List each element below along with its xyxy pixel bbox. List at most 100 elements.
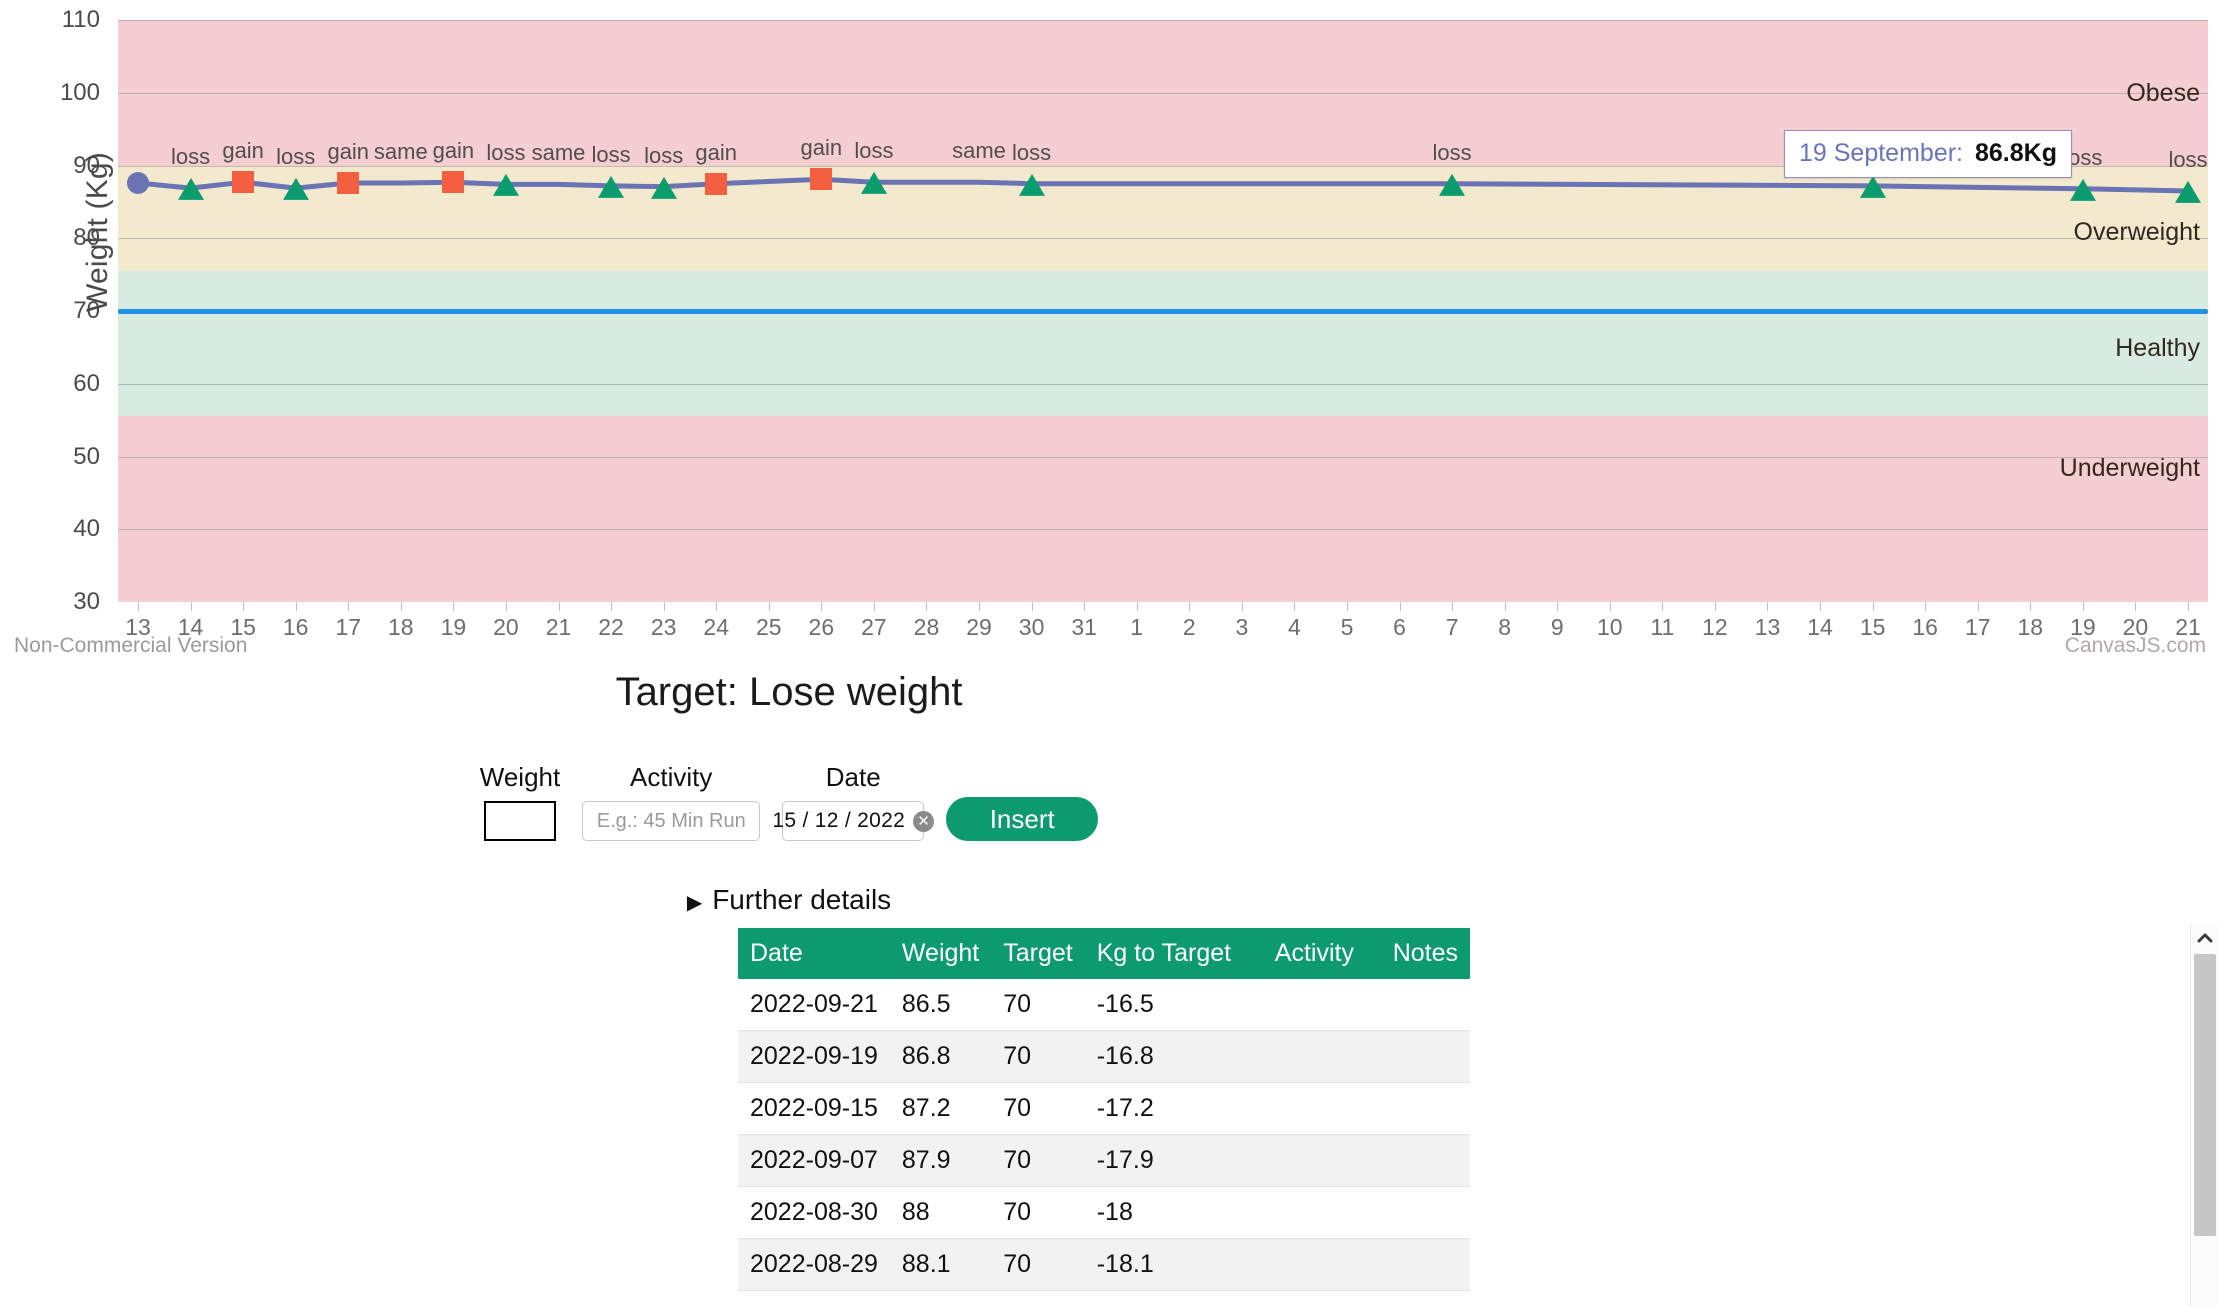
data-point-marker-triangle[interactable] bbox=[598, 175, 625, 198]
data-point-label: gain bbox=[327, 138, 370, 164]
weight-line-series bbox=[137, 176, 2189, 194]
x-axis-tick bbox=[1504, 602, 1506, 611]
insert-button[interactable]: Insert bbox=[946, 797, 1099, 841]
table-header-activity[interactable]: Activity bbox=[1262, 928, 1381, 979]
data-point-marker-circle[interactable] bbox=[127, 171, 149, 194]
data-point-marker-triangle[interactable] bbox=[2175, 180, 2201, 203]
x-axis-tick bbox=[1820, 602, 1822, 611]
x-axis-tick-label: 25 bbox=[755, 614, 782, 640]
data-point-marker-triangle[interactable] bbox=[492, 174, 519, 197]
data-point-label: same bbox=[373, 138, 428, 164]
table-cell-activity bbox=[1263, 1291, 1381, 1306]
x-axis-tick-label: 16 bbox=[1912, 614, 1938, 640]
table-header-kg-to-target[interactable]: Kg to Target bbox=[1084, 928, 1263, 979]
y-axis-tick-label: 70 bbox=[73, 297, 100, 324]
data-point-marker-triangle[interactable] bbox=[1859, 175, 1886, 198]
data-point-marker-square[interactable] bbox=[810, 168, 833, 191]
table-cell-date: 2022-08-29 bbox=[750, 1250, 878, 1278]
activity-input[interactable] bbox=[582, 801, 761, 841]
tooltip-date: 19 September: bbox=[1799, 139, 1963, 167]
table-header-target[interactable]: Target bbox=[991, 928, 1085, 979]
y-axis-tick-label: 40 bbox=[73, 515, 100, 543]
table-cell-weight: 88.1 bbox=[890, 1291, 991, 1306]
y-axis-tick-label: 80 bbox=[73, 224, 100, 252]
data-point-label: loss bbox=[1012, 139, 1052, 165]
data-point-marker-triangle[interactable] bbox=[2069, 178, 2096, 201]
table-cell-kg-to-target: -18 bbox=[1096, 1198, 1133, 1226]
x-axis-tick bbox=[1294, 602, 1296, 611]
table-cell-kg-to-target: -16.8 bbox=[1096, 1042, 1154, 1070]
data-point-marker-triangle[interactable] bbox=[282, 177, 309, 200]
activity-label: Activity bbox=[630, 762, 713, 792]
data-point-marker-square[interactable] bbox=[337, 171, 360, 194]
y-axis-tick-label: 60 bbox=[73, 369, 100, 397]
table-header-row: Date Weight Target Kg to Target Activity Note… bbox=[738, 928, 1470, 979]
further-details-toggle[interactable]: ▶ Further details bbox=[0, 884, 1578, 916]
table-row[interactable]: 2022-09-07 87.9 70 -17.9 bbox=[738, 1134, 1470, 1187]
data-point-label: gain bbox=[800, 135, 843, 161]
x-axis-tick-label: 6 bbox=[1393, 614, 1406, 640]
table-row[interactable]: 2022-09-19 86.8 70 -16.8 bbox=[738, 1030, 1470, 1083]
date-value: 15 / 12 / 2022 bbox=[772, 809, 906, 832]
x-axis-tick-label: 28 bbox=[913, 614, 940, 640]
table-cell-notes bbox=[1381, 1291, 1470, 1306]
data-point-label: loss bbox=[591, 141, 631, 167]
table-cell-date: 2022-09-15 bbox=[750, 1094, 878, 1122]
data-point-marker-triangle[interactable] bbox=[1439, 173, 1466, 196]
chart-tooltip: 19 September: 86.8Kg bbox=[1784, 130, 2072, 178]
x-axis-tick-label: 10 bbox=[1596, 614, 1623, 640]
date-field-group: Date 15 / 12 / 2022 ✕ bbox=[772, 762, 935, 841]
x-axis-tick-label: 24 bbox=[703, 614, 729, 640]
x-axis-tick-label: 11 bbox=[1650, 614, 1675, 640]
table-header-date[interactable]: Date bbox=[738, 928, 890, 979]
zone-label-healthy: Healthy bbox=[2115, 334, 2200, 362]
date-label: Date bbox=[825, 762, 881, 792]
x-axis-tick bbox=[1714, 602, 1716, 611]
x-axis-tick bbox=[295, 602, 297, 611]
page-scrollbar[interactable] bbox=[2190, 924, 2218, 1306]
table-row[interactable]: 2022-09-15 87.2 70 -17.2 bbox=[738, 1082, 1470, 1135]
table-row[interactable]: 2022-09-21 86.5 70 -16.5 bbox=[738, 979, 1470, 1031]
x-axis-tick bbox=[505, 602, 507, 611]
weight-history-table: Date Weight Target Kg to Target Activity Note… bbox=[738, 928, 1470, 1306]
scroll-up-icon[interactable] bbox=[2191, 924, 2218, 952]
data-point-marker-triangle[interactable] bbox=[860, 172, 887, 195]
weight-field-group: Weight bbox=[480, 762, 560, 841]
table-row[interactable]: 2022-08-2788.170-18.1 bbox=[738, 1290, 1470, 1306]
x-axis-tick-label: 21 bbox=[545, 614, 572, 640]
table-cell-weight: 87.2 bbox=[901, 1094, 951, 1122]
table-header-weight[interactable]: Weight bbox=[889, 928, 992, 979]
x-axis-tick bbox=[1872, 602, 1874, 611]
weight-input[interactable] bbox=[483, 801, 556, 841]
table-row[interactable]: 2022-08-29 88.1 70 -18.1 bbox=[738, 1238, 1470, 1291]
clear-date-icon[interactable]: ✕ bbox=[913, 810, 935, 832]
x-axis-tick-label: 19 bbox=[440, 614, 467, 640]
data-point-label: loss bbox=[644, 142, 684, 168]
table-cell-kg-to-target: -17.9 bbox=[1096, 1146, 1154, 1174]
table-cell-activity bbox=[1263, 1031, 1381, 1083]
data-point-marker-triangle[interactable] bbox=[1018, 173, 1045, 196]
table-cell-target: 70 bbox=[1003, 1094, 1032, 1122]
x-axis-tick bbox=[768, 602, 770, 611]
scrollbar-thumb[interactable] bbox=[2194, 954, 2216, 1236]
x-axis-tick-label: 12 bbox=[1702, 614, 1728, 640]
chart-plot-area: loss gain loss gain same gain loss same loss loss… bbox=[118, 20, 2208, 602]
page-title: Target: Lose weight bbox=[615, 670, 963, 714]
data-point-marker-triangle[interactable] bbox=[177, 177, 204, 200]
table-row[interactable]: 2022-08-30 88 70 -18 bbox=[738, 1186, 1470, 1239]
table-header-notes[interactable]: Notes bbox=[1380, 928, 1470, 979]
x-axis: 13 14 15 16 17 18 19 20 21 22 23 24 25 26 27 28 29 30 31 1 2… bbox=[118, 602, 2208, 658]
data-point-marker-triangle[interactable] bbox=[650, 176, 677, 199]
table-cell-target: 70 bbox=[991, 1291, 1084, 1306]
table-cell-activity bbox=[1263, 1083, 1381, 1135]
data-point-label: same bbox=[531, 140, 586, 166]
data-point-marker-square[interactable] bbox=[705, 172, 728, 195]
date-input[interactable]: 15 / 12 / 2022 ✕ bbox=[772, 801, 935, 841]
data-point-marker-square[interactable] bbox=[442, 171, 465, 194]
weight-chart: Weight (Kg) 110 100 90 80 70 60 50 40 30 loss gai… bbox=[0, 0, 2218, 660]
x-axis-tick bbox=[926, 602, 928, 611]
data-point-marker-square[interactable] bbox=[232, 171, 255, 194]
x-axis-tick-label: 4 bbox=[1288, 614, 1301, 640]
x-axis-tick bbox=[1452, 602, 1454, 611]
x-axis-tick bbox=[558, 602, 560, 611]
